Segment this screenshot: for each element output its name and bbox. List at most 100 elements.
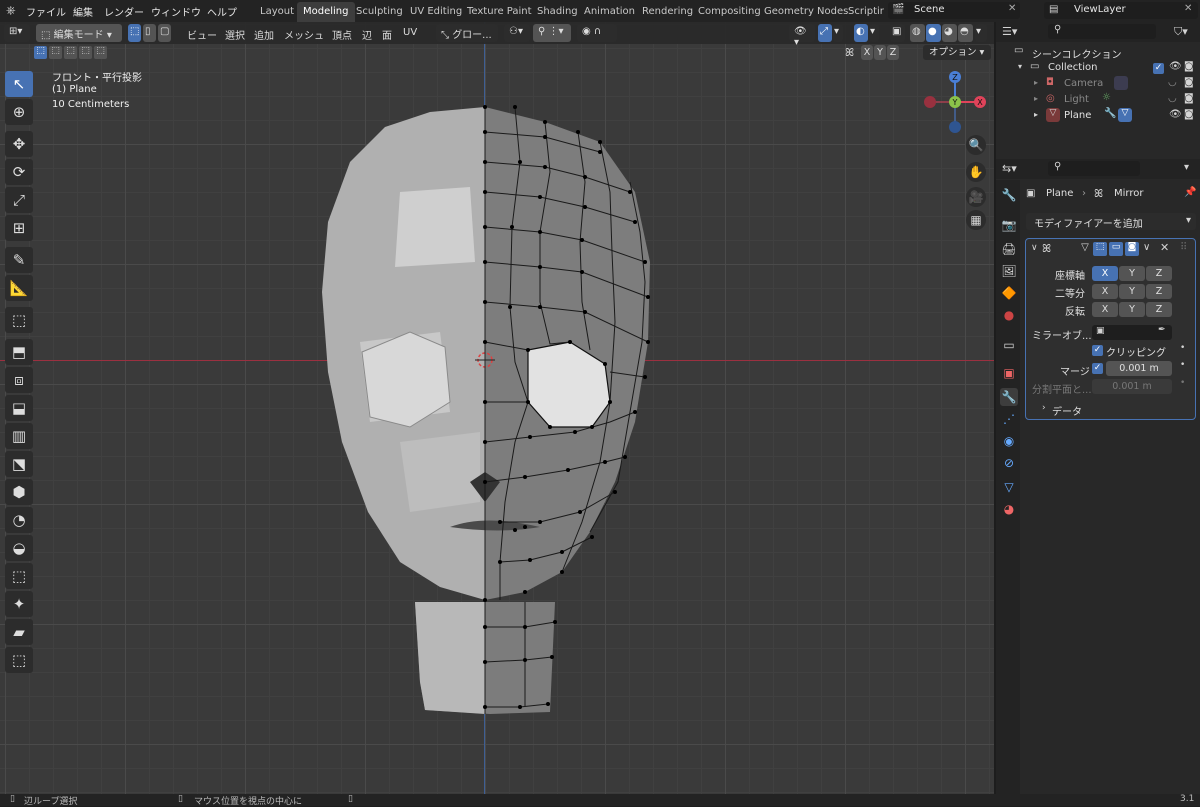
menu-mesh[interactable]: メッシュ <box>284 27 324 42</box>
add-modifier-dropdown[interactable]: モディファイアーを追加 ▾ <box>1026 213 1196 230</box>
scene-selector[interactable]: 🎬 Scene ✕ <box>888 2 1020 19</box>
solid-shading-icon[interactable]: ● <box>926 24 941 42</box>
poly-build-tool-icon[interactable]: ⬢ <box>5 479 33 505</box>
bisect-y-toggle[interactable]: Y <box>1119 284 1145 299</box>
menu-add[interactable]: 追加 <box>254 27 274 42</box>
mode-selector[interactable]: ⬚ 編集モード ▾ <box>36 24 122 42</box>
light-data-icon[interactable]: ☼ <box>1102 92 1111 103</box>
gizmo-toggle-icon[interactable]: ⤢ <box>818 24 832 42</box>
bisect-distance-input[interactable]: 0.001 m <box>1092 379 1172 394</box>
smooth-tool-icon[interactable]: ◒ <box>5 535 33 561</box>
properties-editor-icon[interactable]: ⇆▾ <box>1002 162 1017 175</box>
navigation-gizmo[interactable]: Z X Y <box>920 67 990 137</box>
tab-scripting[interactable]: Scriptir <box>842 2 890 22</box>
object-tab-icon[interactable]: ▣ <box>1000 364 1018 382</box>
bisect-x-toggle[interactable]: X <box>1092 284 1118 299</box>
tab-modeling[interactable]: Modeling <box>297 2 355 22</box>
menu-file[interactable]: ファイル <box>26 4 66 19</box>
menu-vertex[interactable]: 頂点 <box>332 27 352 42</box>
bisect-z-toggle[interactable]: Z <box>1146 284 1172 299</box>
rendered-shading-icon[interactable]: ◓ <box>958 24 973 42</box>
tab-sculpting[interactable]: Sculpting <box>350 2 409 22</box>
pan-hand-icon[interactable]: ✋ <box>966 162 986 182</box>
scale-tool-icon[interactable]: ⤢ <box>5 187 33 213</box>
transform-orientation-dropdown[interactable]: ⤡ グロー... <box>436 24 498 42</box>
camera-render-icon[interactable]: ◙ <box>1184 77 1194 88</box>
viewport-toggle-icon[interactable]: ▭ <box>1109 242 1123 256</box>
edge-slide-tool-icon[interactable]: ⬚ <box>5 563 33 589</box>
ortho-grid-icon[interactable]: ▦ <box>966 210 986 230</box>
chevron-down-icon[interactable]: ▾ <box>833 24 843 42</box>
select-extend-icon[interactable]: ⬚ <box>49 46 62 59</box>
menu-uv[interactable]: UV <box>403 27 417 38</box>
axis-z-toggle[interactable]: Z <box>1146 266 1172 281</box>
camera-render-icon[interactable]: ◙ <box>1184 93 1194 104</box>
data-subpanel-label[interactable]: データ <box>1052 403 1082 418</box>
menu-view[interactable]: ビュー <box>187 27 217 42</box>
outliner-editor-icon[interactable]: ☰▾ <box>1002 25 1017 38</box>
flip-z-toggle[interactable]: Z <box>1146 302 1172 317</box>
select-intersect-icon[interactable]: ⬚ <box>94 46 107 59</box>
mesh-data-tab-icon[interactable]: ▽ <box>1000 478 1018 496</box>
tab-texture-paint[interactable]: Texture Paint <box>461 2 538 22</box>
eye-closed-icon[interactable]: ◡ <box>1168 77 1177 88</box>
select-subtract-icon[interactable]: ⬚ <box>64 46 77 59</box>
outliner-light-label[interactable]: Light <box>1064 94 1089 105</box>
pivot-point-icon[interactable]: ⚇▾ <box>504 24 530 42</box>
select-box-icon[interactable]: ⬚ <box>34 46 47 59</box>
collection-label[interactable]: Collection <box>1048 62 1097 73</box>
menu-face[interactable]: 面 <box>382 27 392 42</box>
wrench-icon[interactable]: 🔧 <box>1104 108 1116 119</box>
menu-window[interactable]: ウィンドウ <box>151 4 201 19</box>
visibility-icon[interactable]: 👁▾ <box>789 24 815 48</box>
outliner-camera-label[interactable]: Camera <box>1064 78 1103 89</box>
face-select-button[interactable]: ▢ <box>158 24 171 42</box>
overlay-toggle-icon[interactable]: ◐ <box>854 24 868 42</box>
mirror-object-field[interactable]: ▣ ✒ <box>1092 325 1172 340</box>
editor-type-icon[interactable]: ⊞▾ <box>4 24 30 42</box>
wireframe-shading-icon[interactable]: ◍ <box>910 24 925 42</box>
inset-tool-icon[interactable]: ⧈ <box>5 367 33 393</box>
menu-render[interactable]: レンダー <box>104 4 144 19</box>
clipping-checkbox[interactable]: ✓ <box>1092 345 1103 356</box>
knife-tool-icon[interactable]: ⬔ <box>5 451 33 477</box>
head-mesh[interactable] <box>300 82 680 742</box>
tab-rendering[interactable]: Rendering <box>636 2 699 22</box>
options-dropdown[interactable]: オプション ▾ <box>923 45 991 60</box>
pin-icon[interactable]: 📌 <box>1184 187 1196 198</box>
shear-tool-icon[interactable]: ▰ <box>5 619 33 645</box>
camera-data-icon[interactable] <box>1114 76 1128 90</box>
mesh-data-icon[interactable]: ▽ <box>1118 108 1132 122</box>
tab-layout[interactable]: Layout <box>254 2 300 22</box>
transform-tool-icon[interactable]: ⊞ <box>5 215 33 241</box>
collapse-icon[interactable]: ∨ <box>1031 243 1038 253</box>
axis-x-toggle[interactable]: X <box>1092 266 1118 281</box>
expand-icon[interactable]: › <box>1042 403 1046 413</box>
tab-geometry-nodes[interactable]: Geometry Nodes <box>758 2 854 22</box>
rip-tool-icon[interactable]: ⬚ <box>5 647 33 673</box>
bevel-tool-icon[interactable]: ⬓ <box>5 395 33 421</box>
expand-icon[interactable]: ▸ <box>1034 110 1038 119</box>
select-invert-icon[interactable]: ⬚ <box>79 46 92 59</box>
blender-logo-icon[interactable]: ⎈ <box>6 3 16 18</box>
collection-checkbox[interactable]: ✓ <box>1153 63 1164 74</box>
merge-distance-input[interactable]: 0.001 m <box>1106 361 1172 376</box>
select-tool-icon[interactable]: ↖ <box>5 71 33 97</box>
physics-tab-icon[interactable]: ◉ <box>1000 432 1018 450</box>
measure-tool-icon[interactable]: 📐 <box>5 275 33 301</box>
tab-uv-editing[interactable]: UV Editing <box>404 2 468 22</box>
shrink-fatten-tool-icon[interactable]: ✦ <box>5 591 33 617</box>
snap-icon[interactable]: ⚲ ⋮▾ <box>533 24 571 42</box>
output-tab-icon[interactable]: 🖨 <box>1000 240 1018 258</box>
add-cube-tool-icon[interactable]: ⬚ <box>5 307 33 333</box>
close-icon[interactable]: ✕ <box>1008 3 1016 14</box>
material-tab-icon[interactable]: ◕ <box>1000 500 1018 518</box>
cage-toggle-icon[interactable]: ⬚ <box>1093 242 1107 256</box>
drag-handle-icon[interactable]: ⠿ <box>1180 242 1187 253</box>
gizmo-neg-x-icon[interactable] <box>924 96 936 108</box>
xray-toggle-icon[interactable]: ▣ <box>890 24 905 42</box>
modifier-tab-icon[interactable]: 🔧 <box>1000 388 1018 406</box>
loop-cut-tool-icon[interactable]: ▥ <box>5 423 33 449</box>
spin-tool-icon[interactable]: ◔ <box>5 507 33 533</box>
outliner-search-input[interactable]: ⚲ <box>1048 24 1156 39</box>
